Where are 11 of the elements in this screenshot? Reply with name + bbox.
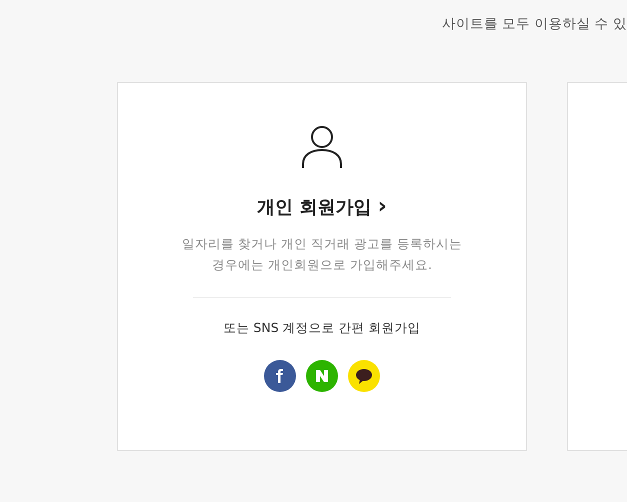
intro-text: 사이트를 모두 이용하실 수 있: [442, 16, 627, 32]
speech-bubble-icon: [356, 368, 372, 384]
facebook-logo-icon: [275, 369, 285, 383]
naver-logo-icon: [316, 370, 328, 382]
sns-label: 또는 SNS 계정으로 간편 회원가입: [223, 320, 421, 337]
description-text: 일자리를 찾거나 개인 직거래 광고를 등록하시는 경우에는 개인회원으로 가입해주세요.: [182, 235, 462, 274]
naver-button[interactable]: [306, 360, 338, 392]
facebook-button[interactable]: [264, 360, 296, 392]
kakao-button[interactable]: [348, 360, 380, 392]
person-icon: [302, 126, 342, 168]
personal-signup-link[interactable]: 개인 회원가입 ›: [257, 194, 387, 219]
